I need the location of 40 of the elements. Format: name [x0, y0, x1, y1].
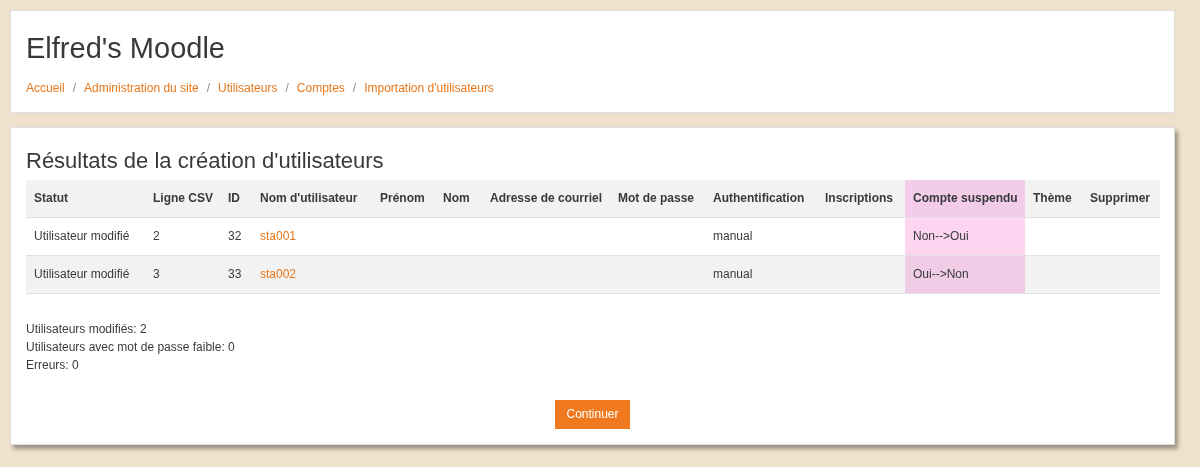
column-header: Statut	[26, 180, 145, 217]
breadcrumb-link[interactable]: Accueil	[26, 79, 65, 97]
column-header: Adresse de courriel	[482, 180, 610, 217]
column-header: Prénom	[372, 180, 435, 217]
breadcrumb-separator: /	[206, 80, 211, 97]
column-header: Nom d'utilisateur	[252, 180, 372, 217]
table-cell: Oui-->Non	[913, 267, 969, 281]
breadcrumb-link[interactable]: Comptes	[296, 79, 345, 97]
breadcrumb-separator: /	[285, 80, 289, 97]
column-header: Mot de passe	[610, 180, 705, 217]
column-header: Thème	[1025, 180, 1082, 217]
table-cell: 33	[228, 267, 242, 281]
table-cell: Utilisateur modifié	[34, 229, 130, 243]
table-cell: 2	[153, 229, 160, 243]
table-cell: Non-->Oui	[913, 229, 969, 243]
table-cell: manual	[713, 229, 753, 243]
column-header: ID	[220, 180, 252, 217]
table-cell: 3	[153, 267, 160, 281]
column-header: Ligne CSV	[145, 180, 220, 217]
breadcrumb-link[interactable]: Utilisateurs	[218, 79, 278, 97]
column-header: Compte suspendu	[905, 180, 1025, 217]
username-link[interactable]: sta002	[260, 267, 297, 281]
summary-line: Erreurs: 0	[26, 357, 79, 372]
username-link[interactable]: sta001	[260, 229, 297, 243]
breadcrumb-link[interactable]: Administration du site	[84, 79, 199, 97]
table-cell: Utilisateur modifié	[34, 267, 130, 281]
breadcrumb-separator: /	[352, 80, 357, 97]
breadcrumb-link[interactable]: Importation d'utilisateurs	[364, 79, 494, 97]
column-header: Authentification	[705, 180, 817, 217]
column-header: Inscriptions	[817, 180, 905, 217]
summary-line: Utilisateurs avec mot de passe faible: 0	[26, 339, 235, 354]
site-title: Elfred's Moodle	[26, 31, 225, 65]
column-header: Supprimer	[1082, 180, 1160, 217]
section-heading: Résultats de la création d'utilisateurs	[26, 148, 384, 174]
breadcrumb-separator: /	[72, 80, 77, 97]
table-cell: 32	[228, 229, 242, 243]
summary-line: Utilisateurs modifiés: 2	[26, 321, 147, 336]
table-cell: manual	[713, 267, 753, 281]
continue-button[interactable]: Continuer	[555, 399, 630, 429]
column-header: Nom	[435, 180, 482, 217]
